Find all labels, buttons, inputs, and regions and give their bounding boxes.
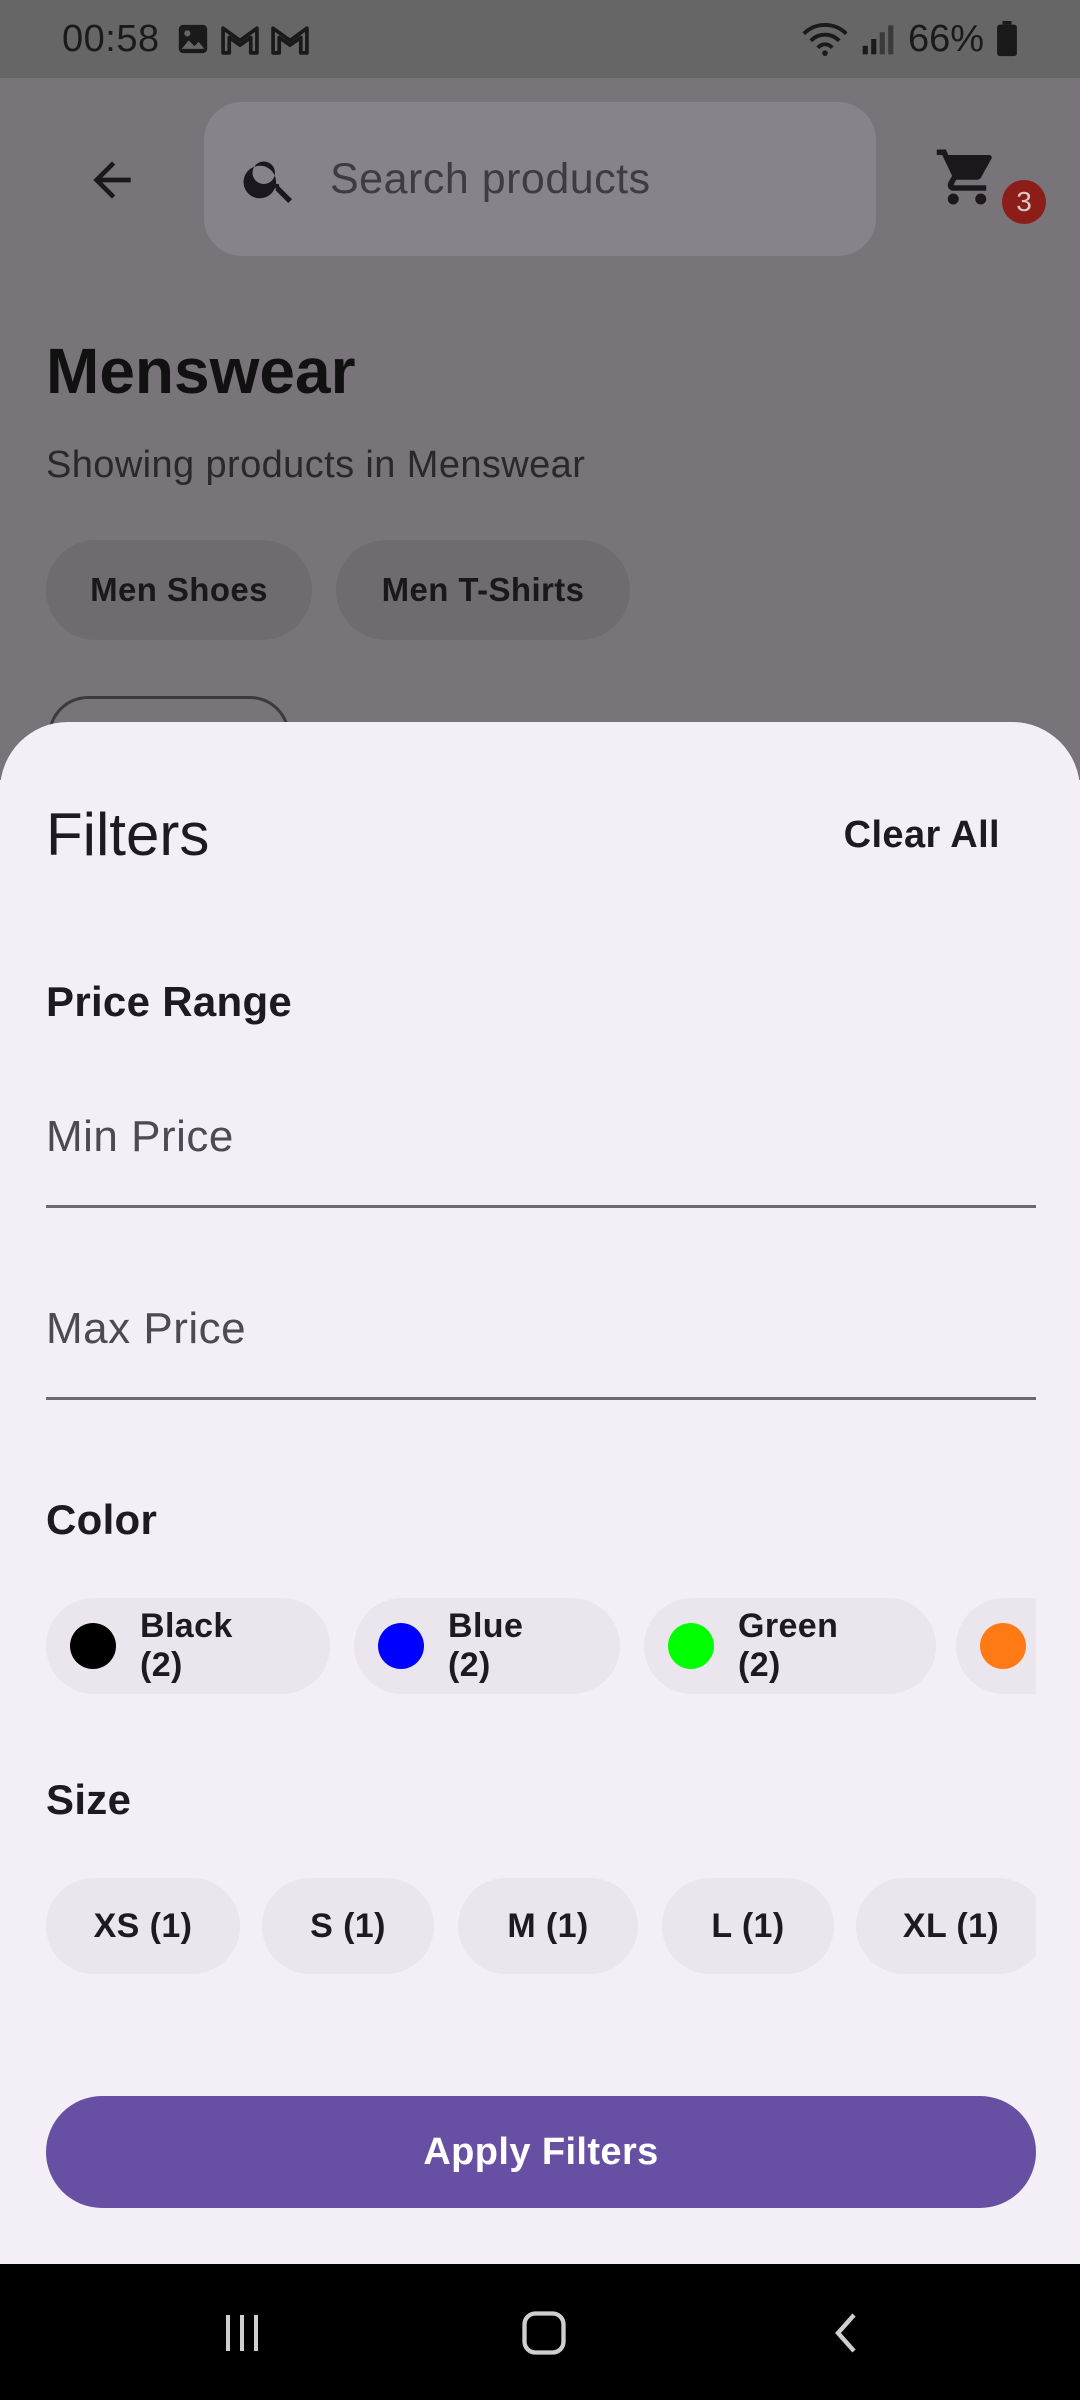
recent-apps-icon [226,2315,258,2351]
min-price-input[interactable] [46,1102,1036,1172]
status-bar: 00:58 66% [0,0,1080,78]
shopping-cart-icon [936,149,992,205]
min-price-field[interactable] [46,1078,1036,1208]
wifi-icon [802,21,848,57]
system-back-button[interactable] [808,2298,888,2368]
subcategory-chip-men-tshirts[interactable]: Men T-Shirts [336,540,630,640]
search-input[interactable] [330,154,810,204]
system-navigation-bar [0,2264,1080,2400]
top-app-bar: 3 [0,78,1080,280]
max-price-input[interactable] [46,1294,1036,1364]
color-swatch-orange [980,1623,1026,1669]
price-range-heading: Price Range [46,978,293,1025]
color-chip-label: Green (2) [738,1607,839,1684]
color-swatch-blue [378,1623,424,1669]
color-chip-black[interactable]: Black (2) [46,1598,330,1694]
size-chip-xl[interactable]: XL (1) [856,1878,1036,1974]
search-bar[interactable] [204,102,876,256]
back-button[interactable] [70,138,154,222]
cart-count-badge: 3 [1002,180,1046,224]
status-time: 00:58 [62,17,160,60]
size-chip-row[interactable]: XS (1) S (1) M (1) L (1) XL (1) [46,1878,1036,1974]
size-chip-xs[interactable]: XS (1) [46,1878,240,1974]
cart-button[interactable] [922,132,1012,222]
page-subtitle: Showing products in Menswear [46,444,586,486]
arrow-left-icon [93,161,131,199]
color-heading: Color [46,1496,158,1543]
max-price-field[interactable] [46,1270,1036,1400]
filters-bottom-sheet: Filters Clear All Price Range Color Blac… [0,722,1080,2264]
battery-percent: 66% [907,17,984,60]
color-chip-label: Blue (2) [448,1607,524,1684]
battery-icon [996,21,1018,57]
search-icon [243,161,292,203]
chevron-left-icon [835,2313,856,2353]
clear-all-button[interactable]: Clear All [844,814,1000,857]
color-swatch-black [70,1623,116,1669]
size-heading: Size [46,1776,132,1823]
gmail-notification-icon [220,22,260,56]
notification-icons [176,22,310,56]
color-chip-orange[interactable] [956,1598,1036,1694]
category-page: Menswear Showing products in Menswear Me… [0,280,1080,780]
color-chip-row[interactable]: Black (2) Blue (2) Green (2) [46,1598,1036,1694]
color-chip-label: Black (2) [140,1607,233,1684]
apply-filters-button[interactable]: Apply Filters [46,2096,1036,2208]
size-chip-s[interactable]: S (1) [262,1878,434,1974]
home-icon [522,2311,566,2355]
color-chip-blue[interactable]: Blue (2) [354,1598,620,1694]
recent-apps-button[interactable] [202,2298,282,2368]
color-swatch-green [668,1623,714,1669]
subcategory-chip-men-shoes[interactable]: Men Shoes [46,540,312,640]
color-chip-green[interactable]: Green (2) [644,1598,936,1694]
page-title: Menswear [46,335,356,407]
home-button[interactable] [504,2298,584,2368]
signal-icon [860,22,896,56]
gmail-notification-icon [270,22,310,56]
size-chip-m[interactable]: M (1) [458,1878,638,1974]
gallery-notification-icon [176,22,210,56]
size-chip-l[interactable]: L (1) [662,1878,834,1974]
filters-title: Filters [46,801,210,868]
